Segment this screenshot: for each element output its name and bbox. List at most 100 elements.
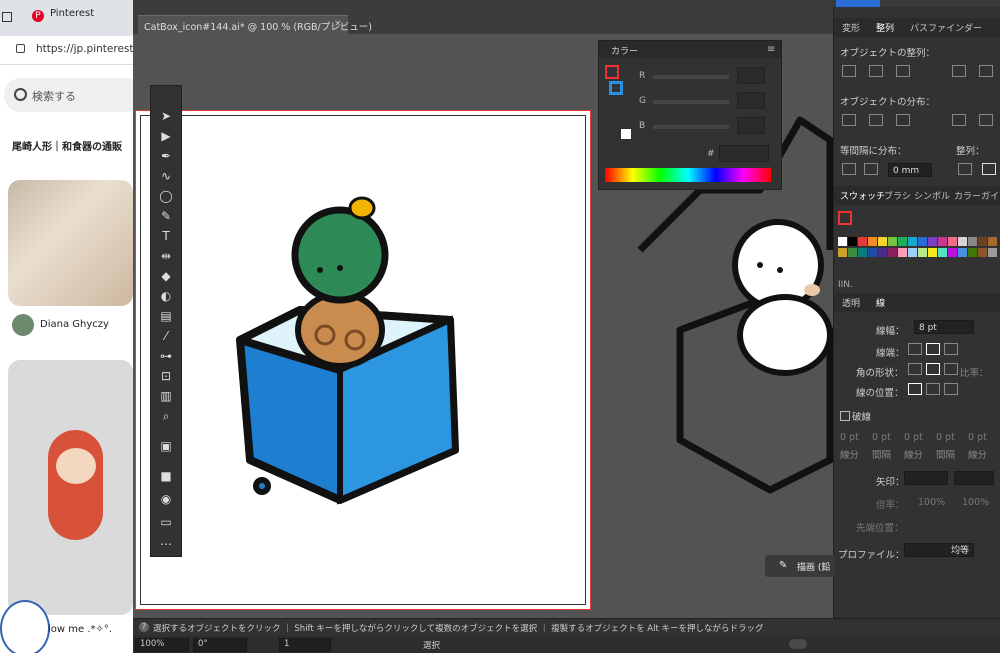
align-right-icon[interactable]	[896, 65, 910, 77]
white-swatch[interactable]	[621, 129, 631, 139]
eyedropper-tool-icon[interactable]: ⁄	[157, 328, 175, 344]
gap-1-value[interactable]: 0 pt	[872, 432, 891, 443]
swatch-chip[interactable]	[958, 248, 967, 257]
vertical-spacing-icon[interactable]	[842, 163, 856, 175]
align-vcenter-icon[interactable]	[979, 65, 993, 77]
tab-pathfinder[interactable]: パスファインダー	[910, 21, 982, 34]
swatch-chip[interactable]	[848, 248, 857, 257]
swatch-chip[interactable]	[838, 248, 847, 257]
swatch-chip[interactable]	[948, 248, 957, 257]
distribute-top-icon[interactable]	[842, 114, 856, 126]
swatch-chip[interactable]	[938, 248, 947, 257]
start-arrow-select[interactable]	[904, 471, 948, 485]
zoom-tool-icon[interactable]: ⌕	[157, 408, 175, 424]
blue-value-field[interactable]	[737, 117, 765, 134]
red-slider[interactable]	[653, 75, 729, 79]
color-spectrum[interactable]	[605, 168, 771, 182]
help-icon[interactable]: ?	[139, 622, 149, 632]
direct-selection-tool-icon[interactable]: ▶	[157, 128, 175, 144]
eraser-tool-icon[interactable]: ◆	[157, 268, 175, 284]
stroke-weight-field[interactable]: 8 pt	[914, 320, 974, 334]
tab-brushes[interactable]: ブラシ	[884, 189, 911, 202]
pen-tool-icon[interactable]: ✒	[157, 148, 175, 164]
color-mode-icon[interactable]: ■	[157, 468, 175, 484]
fill-stroke-icon[interactable]: ▣	[157, 438, 175, 454]
dash-3-value[interactable]: 0 pt	[968, 432, 987, 443]
start-scale-value[interactable]: 100%	[918, 497, 945, 508]
swatch-grid[interactable]	[838, 237, 1000, 277]
right-panel-dock[interactable]: 変形 整列 パスファインダー オブジェクトの整列： オブジェクトの分布： 等間隔…	[833, 7, 1000, 653]
more-tools-icon[interactable]: ⋯	[157, 536, 175, 552]
projecting-cap-icon[interactable]	[944, 343, 958, 355]
swatch-chip[interactable]	[888, 237, 897, 246]
distribute-hcenter-icon[interactable]	[979, 114, 993, 126]
swatch-chip[interactable]	[988, 248, 997, 257]
swatch-chip[interactable]	[948, 237, 957, 246]
swatch-chip[interactable]	[868, 248, 877, 257]
swatch-chip[interactable]	[978, 237, 987, 246]
dash-2-value[interactable]: 0 pt	[904, 432, 923, 443]
swatch-chip[interactable]	[988, 237, 997, 246]
fill-none-icon[interactable]	[605, 65, 619, 79]
cat-box-icon[interactable]	[236, 196, 459, 505]
swatch-chip[interactable]	[878, 237, 887, 246]
swatch-chip[interactable]	[968, 237, 977, 246]
miter-join-icon[interactable]	[908, 363, 922, 375]
swatch-chip[interactable]	[858, 237, 867, 246]
graph-tool-icon[interactable]: ▥	[157, 388, 175, 404]
swatch-chip[interactable]	[878, 248, 887, 257]
stroke-panel-tabs[interactable]: 透明 線	[834, 293, 1000, 312]
distribute-vcenter-icon[interactable]	[869, 114, 883, 126]
swatch-chip[interactable]	[858, 248, 867, 257]
distribute-bottom-icon[interactable]	[896, 114, 910, 126]
selection-tool-icon[interactable]: ➤	[157, 108, 175, 124]
swatch-chip[interactable]	[848, 237, 857, 246]
green-value-field[interactable]	[737, 92, 765, 109]
swatch-chip[interactable]	[898, 237, 907, 246]
end-arrow-select[interactable]	[954, 471, 994, 485]
artboard-nav-field[interactable]: 1	[279, 638, 331, 652]
swatch-chip[interactable]	[908, 237, 917, 246]
swatch-chip[interactable]	[838, 237, 847, 246]
align-to-selection-icon[interactable]	[958, 163, 972, 175]
artboard-tool-icon[interactable]: ⊡	[157, 368, 175, 384]
red-value-field[interactable]	[737, 67, 765, 84]
align-left-icon[interactable]	[842, 65, 856, 77]
swatch-chip[interactable]	[898, 248, 907, 257]
curvature-tool-icon[interactable]: ∿	[157, 168, 175, 184]
swatch-chip[interactable]	[978, 248, 987, 257]
swatch-chip[interactable]	[968, 248, 977, 257]
color-panel[interactable]: カラー ≡ R G B #	[598, 40, 782, 190]
hex-field[interactable]	[719, 145, 769, 162]
end-scale-value[interactable]: 100%	[962, 497, 989, 508]
swatch-chip[interactable]	[868, 237, 877, 246]
butt-cap-icon[interactable]	[908, 343, 922, 355]
tab-color-guide[interactable]: カラーガイド	[954, 189, 1000, 202]
draw-mode-pill[interactable]: ✎ 描画 (鉛	[765, 555, 835, 577]
round-cap-icon[interactable]	[926, 343, 940, 355]
rotate-select[interactable]: 0°	[193, 638, 247, 652]
ellipse-tool-icon[interactable]: ◯	[157, 188, 175, 204]
spacing-field[interactable]: 0 mm	[888, 163, 932, 177]
swatch-chip[interactable]	[888, 248, 897, 257]
swatch-chip[interactable]	[928, 237, 937, 246]
scroll-thumb[interactable]	[789, 639, 807, 649]
dashed-checkbox[interactable]	[840, 411, 850, 421]
zoom-select[interactable]: 100%	[135, 638, 189, 652]
stroke-center-icon[interactable]	[908, 383, 922, 395]
tab-transparency[interactable]: 透明	[842, 296, 860, 309]
align-top-icon[interactable]	[952, 65, 966, 77]
align-panel-tabs[interactable]: 変形 整列 パスファインダー	[834, 18, 1000, 37]
warp-tool-icon[interactable]: ◐	[157, 288, 175, 304]
align-to-artboard-icon[interactable]	[982, 163, 996, 175]
stroke-inside-icon[interactable]	[926, 383, 940, 395]
tab-stroke[interactable]: 線	[876, 296, 885, 309]
tools-panel[interactable]: ➤ ▶ ✒ ∿ ◯ ✎ T ⇹ ◆ ◐ ▤ ⁄ ⊶ ⊡ ▥ ⌕ ▣ ■ ◉ ▭ …	[150, 85, 182, 557]
panel-menu-icon[interactable]: ≡	[767, 44, 775, 55]
horizontal-spacing-icon[interactable]	[864, 163, 878, 175]
draw-mode-icon[interactable]: ◉	[157, 491, 175, 507]
swatch-library-icon[interactable]: IIN.	[838, 280, 853, 290]
swatch-chip[interactable]	[918, 248, 927, 257]
stroke-swatch-icon[interactable]	[609, 81, 623, 95]
type-tool-icon[interactable]: T	[157, 228, 175, 244]
